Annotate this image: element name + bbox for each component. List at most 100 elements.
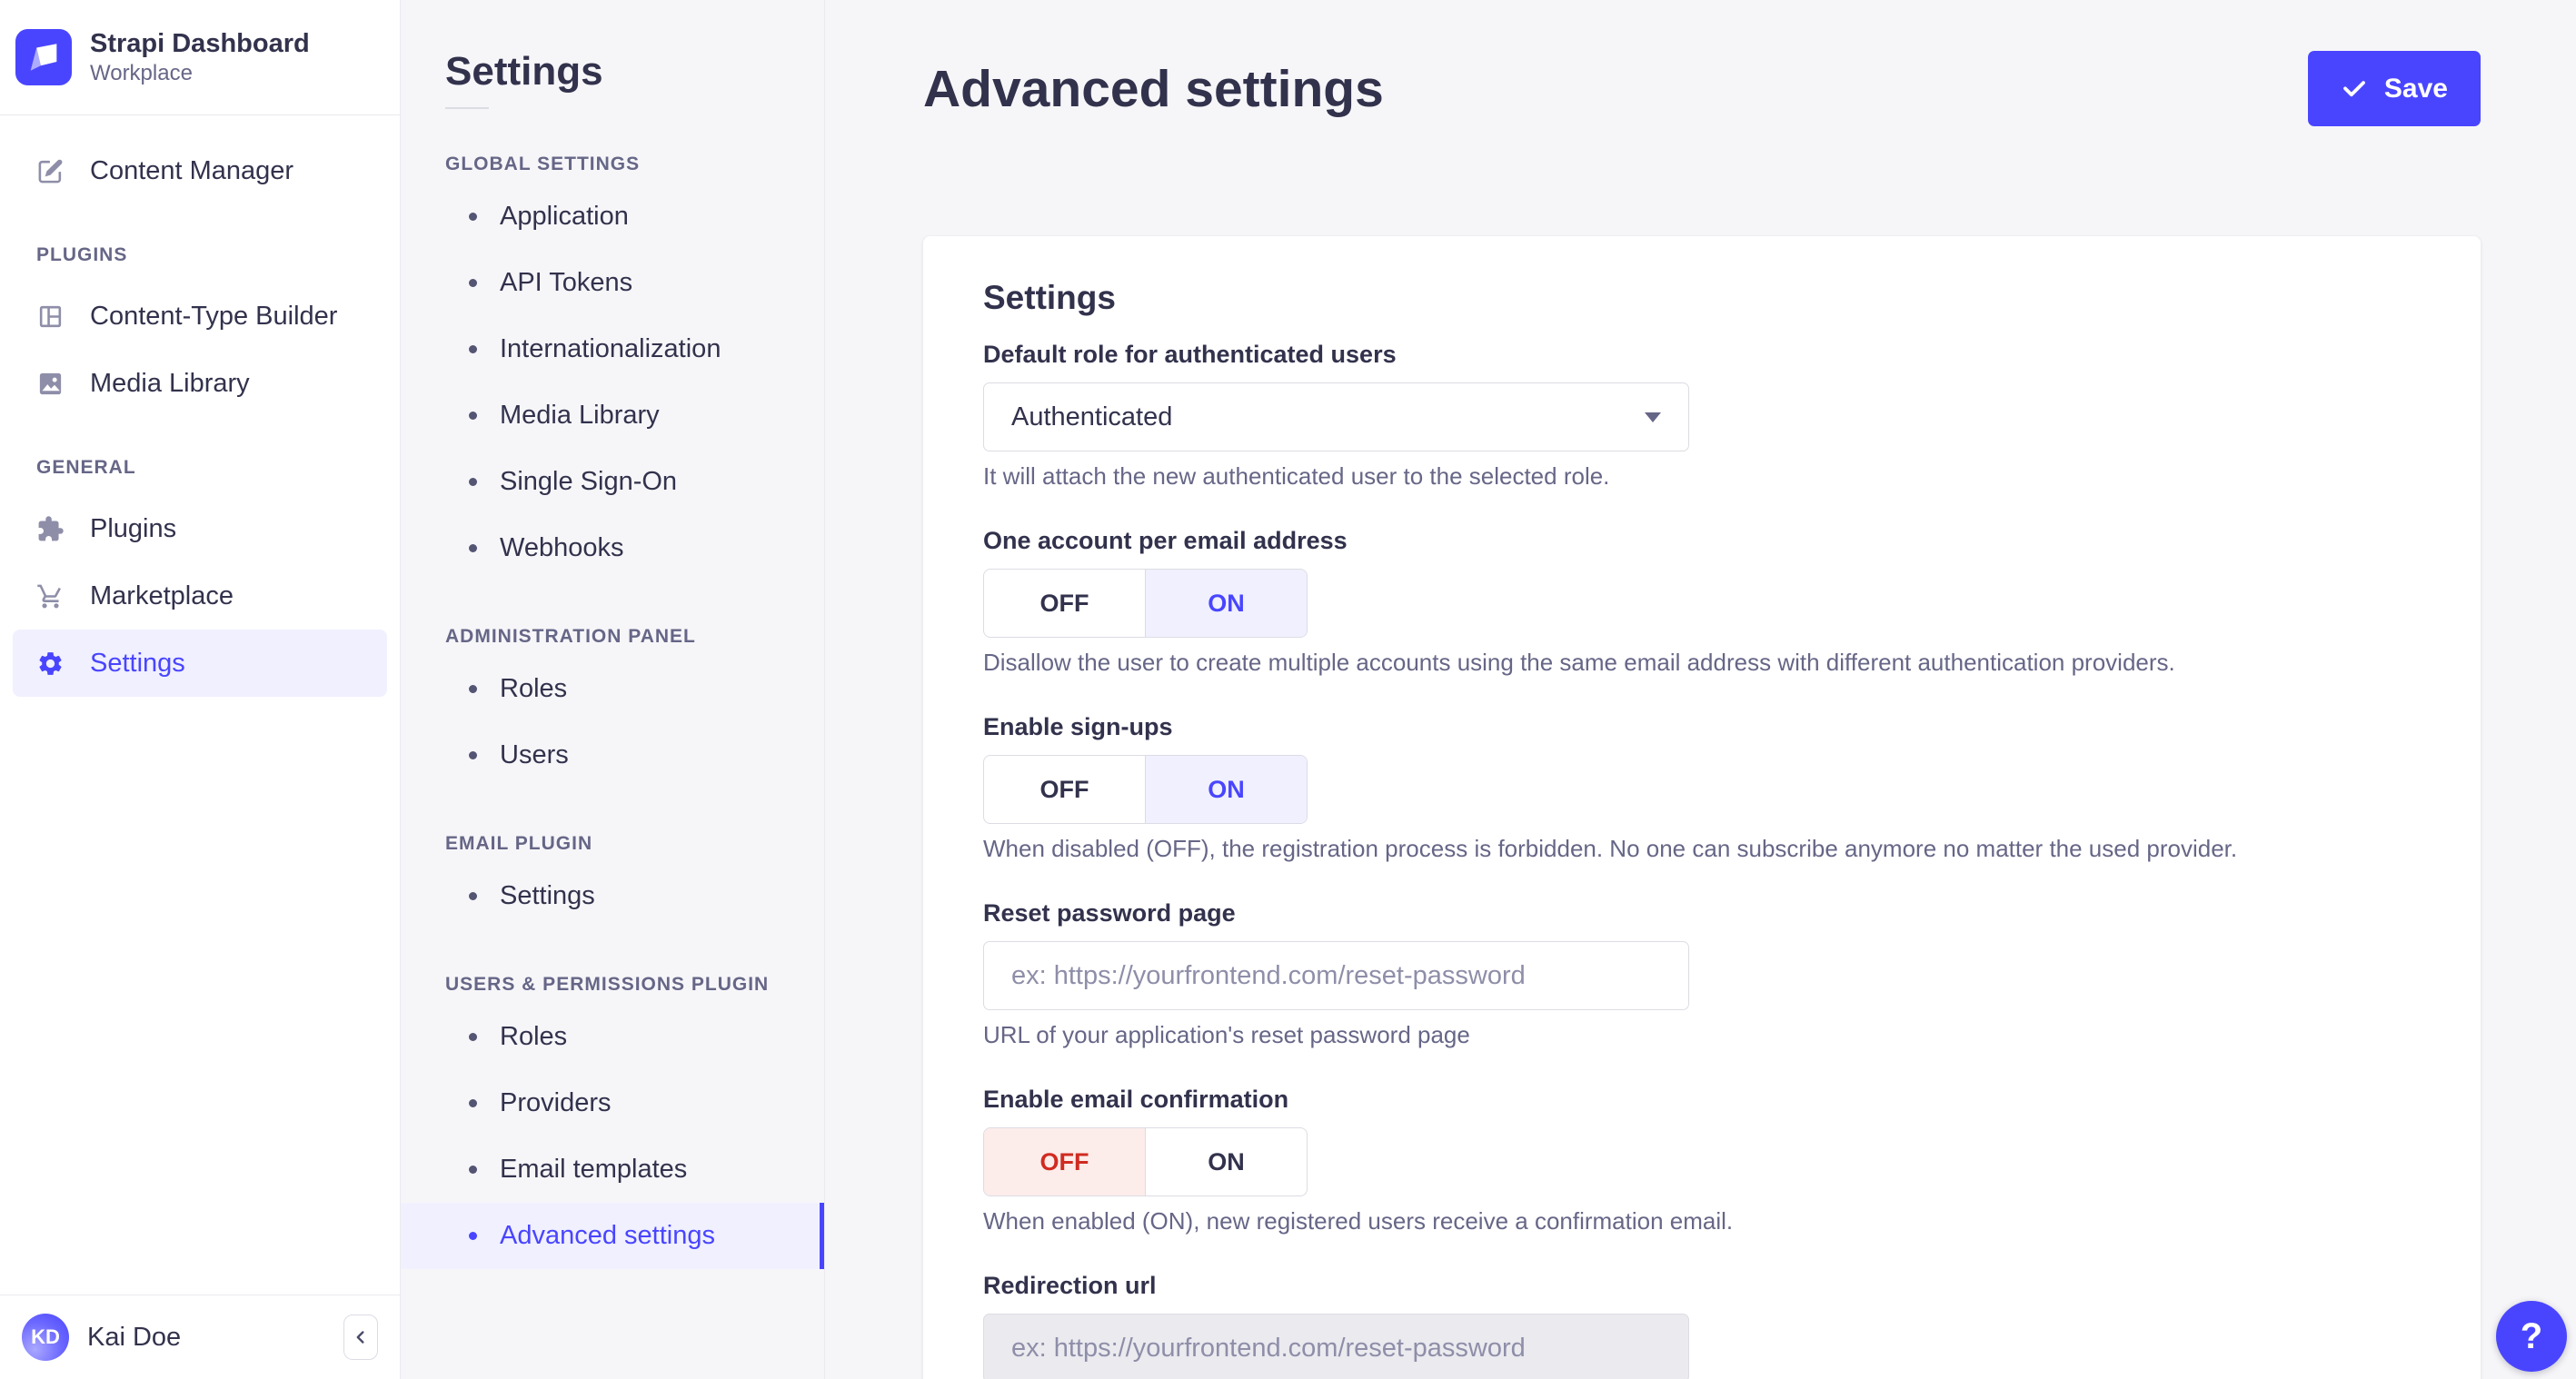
brand-text: Strapi Dashboard Workplace bbox=[90, 27, 310, 87]
question-mark-icon: ? bbox=[2520, 1315, 2543, 1356]
toggle-off-option[interactable]: OFF bbox=[984, 756, 1145, 823]
field-enable-sign-ups: Enable sign-ups OFF ON When disabled (OF… bbox=[983, 712, 2421, 862]
sidebar-item-settings[interactable]: Settings bbox=[13, 630, 387, 697]
subnav-section-global-settings: GLOBAL SETTINGS bbox=[445, 154, 641, 174]
sidebar-item-content-manager[interactable]: Content Manager bbox=[13, 137, 387, 204]
subnav-item-webhooks[interactable]: Webhooks bbox=[401, 515, 824, 581]
field-label: Default role for authenticated users bbox=[983, 341, 1397, 368]
field-default-role: Default role for authenticated users Aut… bbox=[983, 340, 2421, 490]
nav-section-general: GENERAL bbox=[36, 457, 136, 478]
workspace-name: Workplace bbox=[90, 61, 193, 85]
bullet-icon bbox=[469, 1232, 477, 1240]
field-description: It will attach the new authenticated use… bbox=[983, 462, 1610, 490]
one-account-toggle[interactable]: OFF ON bbox=[983, 569, 1308, 638]
puzzle-icon bbox=[38, 515, 64, 541]
subnav-item-label: Email templates bbox=[500, 1155, 688, 1184]
feather-icon bbox=[38, 159, 63, 183]
field-description: When enabled (ON), new registered users … bbox=[983, 1207, 1734, 1235]
sidebar-item-media-library[interactable]: Media Library bbox=[13, 350, 387, 417]
field-description: URL of your application's reset password… bbox=[983, 1021, 1470, 1048]
subnav-item-label: Users bbox=[500, 740, 569, 769]
bullet-icon bbox=[469, 1166, 477, 1174]
subnav-item-admin-roles[interactable]: Roles bbox=[401, 656, 824, 722]
settings-card: Settings Default role for authenticated … bbox=[923, 236, 2481, 1379]
save-button-label: Save bbox=[2383, 73, 2448, 104]
subnav-item-label: Providers bbox=[500, 1088, 612, 1117]
subnav-item-label: Media Library bbox=[500, 401, 660, 430]
main-nav: Content Manager PLUGINS Content-Type Bui… bbox=[0, 115, 400, 1295]
card-title: Settings bbox=[983, 279, 1116, 316]
toggle-on-option[interactable]: ON bbox=[1145, 1128, 1307, 1195]
strapi-logo-icon bbox=[15, 29, 72, 85]
toggle-on-option[interactable]: ON bbox=[1145, 756, 1307, 823]
image-icon bbox=[39, 372, 62, 394]
subnav-item-label: Roles bbox=[500, 1022, 568, 1051]
page-header: Advanced settings Save bbox=[923, 51, 2481, 126]
field-one-account-per-email: One account per email address OFF ON Dis… bbox=[983, 526, 2421, 676]
sidebar-item-plugins[interactable]: Plugins bbox=[13, 495, 387, 562]
sidebar-item-label: Marketplace bbox=[90, 580, 234, 610]
email-confirmation-toggle[interactable]: OFF ON bbox=[983, 1127, 1308, 1196]
subnav-item-label: Single Sign-On bbox=[500, 467, 678, 496]
avatar: KD bbox=[22, 1314, 69, 1361]
subnav-item-internationalization[interactable]: Internationalization bbox=[401, 316, 824, 382]
subnav-item-providers[interactable]: Providers bbox=[401, 1070, 824, 1136]
subnav-item-label: API Tokens bbox=[500, 268, 633, 297]
subnav-item-label: Roles bbox=[500, 674, 568, 703]
subnav-item-advanced-settings[interactable]: Advanced settings bbox=[401, 1203, 824, 1269]
subnav-item-media-library[interactable]: Media Library bbox=[401, 382, 824, 449]
page-title: Advanced settings bbox=[923, 59, 1384, 118]
subnav-section-users-permissions-plugin: USERS & PERMISSIONS PLUGIN bbox=[445, 974, 770, 995]
toggle-on-option[interactable]: ON bbox=[1145, 570, 1307, 637]
field-label: Reset password page bbox=[983, 899, 1236, 927]
bullet-icon bbox=[469, 1033, 477, 1041]
sidebar-item-label: Media Library bbox=[90, 368, 250, 398]
bullet-icon bbox=[469, 345, 477, 353]
user-name: Kai Doe bbox=[87, 1322, 182, 1352]
sidebar-item-label: Content-Type Builder bbox=[90, 301, 338, 331]
field-redirection-url: Redirection url bbox=[983, 1271, 2421, 1379]
enable-sign-ups-toggle[interactable]: OFF ON bbox=[983, 755, 1308, 824]
reset-password-page-input[interactable] bbox=[983, 941, 1689, 1010]
field-label: One account per email address bbox=[983, 527, 1348, 554]
sidebar-item-label: Content Manager bbox=[90, 155, 294, 185]
brand-link[interactable]: Strapi Dashboard Workplace bbox=[0, 0, 400, 115]
subnav-item-single-sign-on[interactable]: Single Sign-On bbox=[401, 449, 824, 515]
bullet-icon bbox=[469, 213, 477, 221]
default-role-select[interactable]: Authenticated bbox=[983, 382, 1689, 451]
subnav-divider bbox=[445, 107, 489, 109]
field-label: Enable email confirmation bbox=[983, 1086, 1289, 1113]
bullet-icon bbox=[469, 892, 477, 900]
toggle-off-option[interactable]: OFF bbox=[984, 1128, 1145, 1195]
caret-down-icon bbox=[1645, 412, 1661, 422]
field-label: Redirection url bbox=[983, 1272, 1157, 1299]
subnav-item-admin-users[interactable]: Users bbox=[401, 722, 824, 789]
main-content: Advanced settings Save Settings Default … bbox=[825, 0, 2576, 1379]
subnav-item-email-settings[interactable]: Settings bbox=[401, 863, 824, 929]
user-menu[interactable]: KD Kai Doe bbox=[22, 1314, 325, 1361]
help-button[interactable]: ? bbox=[2496, 1301, 2567, 1372]
bullet-icon bbox=[469, 279, 477, 287]
bullet-icon bbox=[469, 478, 477, 486]
collapse-sidebar-button[interactable] bbox=[343, 1315, 378, 1360]
sidebar-item-marketplace[interactable]: Marketplace bbox=[13, 562, 387, 630]
bullet-icon bbox=[469, 1099, 477, 1107]
sidebar-item-content-type-builder[interactable]: Content-Type Builder bbox=[13, 283, 387, 350]
cart-icon bbox=[37, 584, 61, 608]
subnav-item-api-tokens[interactable]: API Tokens bbox=[401, 250, 824, 316]
chevron-left-icon bbox=[356, 1331, 364, 1344]
subnav-item-email-templates[interactable]: Email templates bbox=[401, 1136, 824, 1203]
save-button[interactable]: Save bbox=[2307, 51, 2481, 126]
subnav-item-up-roles[interactable]: Roles bbox=[401, 1004, 824, 1070]
subnav-section-administration-panel: ADMINISTRATION PANEL bbox=[445, 626, 696, 647]
subnav-title: Settings bbox=[445, 49, 603, 94]
subnav-item-label: Application bbox=[500, 202, 629, 231]
subnav-item-application[interactable]: Application bbox=[401, 184, 824, 250]
subnav-item-label: Advanced settings bbox=[500, 1221, 715, 1250]
nav-section-plugins: PLUGINS bbox=[36, 244, 128, 265]
field-enable-email-confirmation: Enable email confirmation OFF ON When en… bbox=[983, 1085, 2421, 1235]
subnav-item-label: Internationalization bbox=[500, 334, 721, 363]
subnav-item-label: Webhooks bbox=[500, 533, 624, 562]
toggle-off-option[interactable]: OFF bbox=[984, 570, 1145, 637]
gear-icon bbox=[39, 651, 62, 675]
